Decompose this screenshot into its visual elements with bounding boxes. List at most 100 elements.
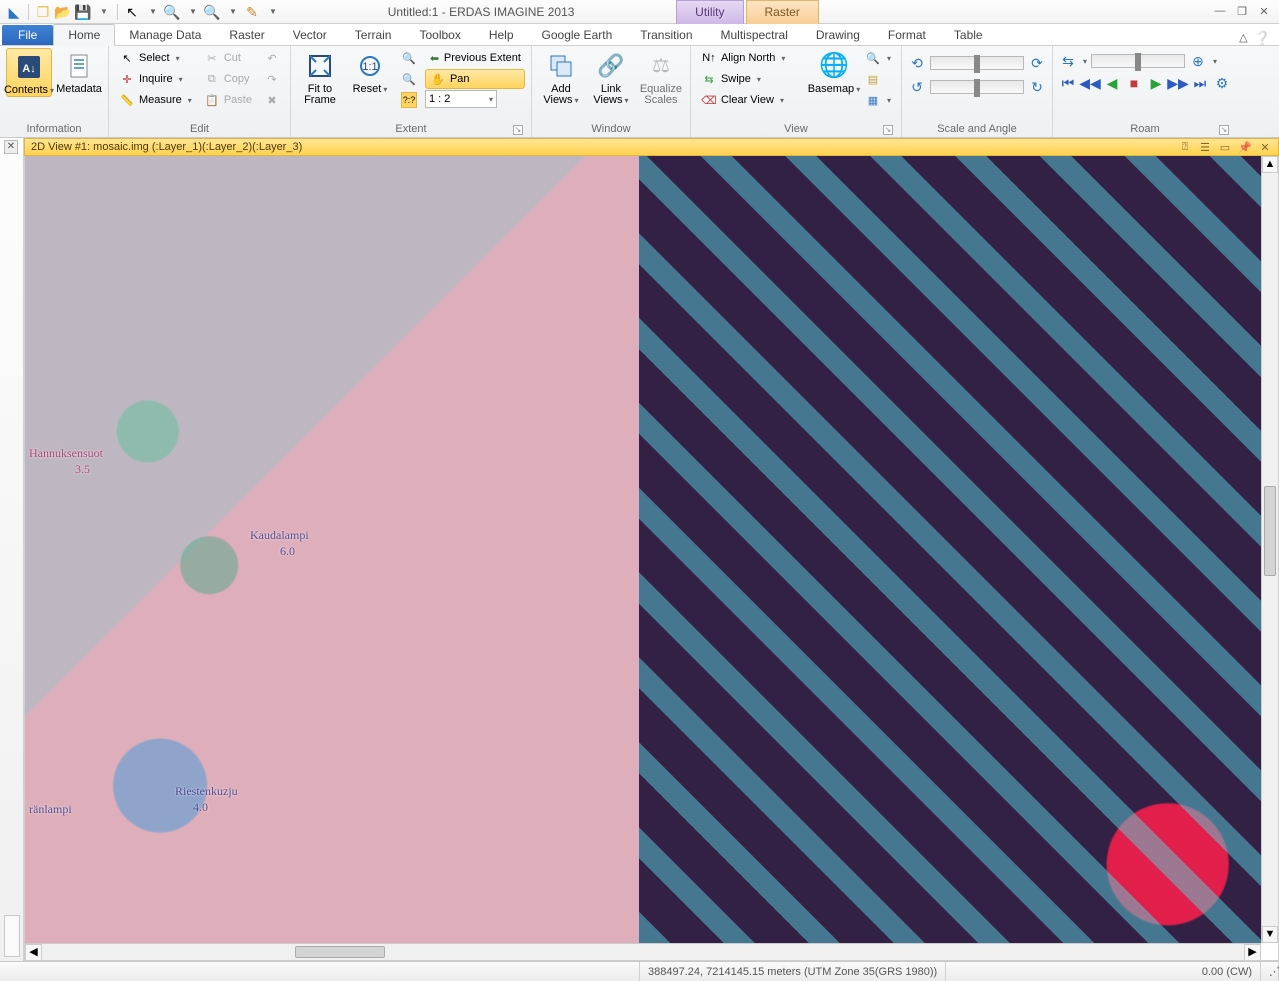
contents-button[interactable]: A↓ Contents▾ xyxy=(6,48,52,97)
swipe-button[interactable]: ⇆Swipe▾ xyxy=(697,69,807,89)
file-tab[interactable]: File xyxy=(2,25,53,45)
help-icon[interactable]: ❔ xyxy=(1254,31,1271,45)
scale-right-icon[interactable]: ⟳ xyxy=(1028,54,1046,72)
tab-multispectral[interactable]: Multispectral xyxy=(707,25,802,45)
scroll-up-icon[interactable]: ▲ xyxy=(1262,156,1278,173)
tab-transition[interactable]: Transition xyxy=(626,25,706,45)
tab-format[interactable]: Format xyxy=(874,25,940,45)
inquire-button[interactable]: ✛Inquire▾ xyxy=(115,69,196,89)
paste-label: Paste xyxy=(224,94,252,106)
save-icon[interactable]: 💾 xyxy=(75,4,91,20)
delete-button[interactable]: ✖ xyxy=(260,90,284,110)
tab-home[interactable]: Home xyxy=(53,24,115,46)
dropdown-icon[interactable]: ▼ xyxy=(95,4,111,20)
open-icon[interactable]: 📂 xyxy=(55,4,71,20)
add-views-button[interactable]: Add Views▾ xyxy=(538,48,584,106)
paste-button[interactable]: 📋Paste xyxy=(200,90,256,110)
roam-stop-icon[interactable]: ■ xyxy=(1125,74,1143,92)
roam-launcher-icon[interactable]: ↘ xyxy=(1219,125,1229,135)
map-canvas[interactable]: Hannuksensuot 3.5 Kaudalampi 6.0 Riesten… xyxy=(24,156,1279,961)
scroll-right-icon[interactable]: ▶ xyxy=(1244,944,1261,961)
ribbon-minimize-icon[interactable]: △ xyxy=(1239,33,1247,44)
clear-view-button[interactable]: ⌫Clear View▾ xyxy=(697,90,807,110)
equalize-scales-button[interactable]: ⚖ Equalize Scales xyxy=(638,48,684,106)
basemap-button[interactable]: 🌐 Basemap▾ xyxy=(811,48,857,95)
scroll-down-icon[interactable]: ▼ xyxy=(1262,926,1278,943)
new-icon[interactable]: ❐ xyxy=(35,4,51,20)
layer-tool-button[interactable]: ▤ xyxy=(861,69,895,89)
pointer-icon[interactable]: ↖ xyxy=(124,4,140,20)
view-tool1-icon[interactable]: ⍰ xyxy=(1178,140,1192,154)
tab-help[interactable]: Help xyxy=(475,25,528,45)
angle-right-icon[interactable]: ↻ xyxy=(1028,78,1046,96)
reset-button[interactable]: 1:1 Reset▾ xyxy=(347,48,393,95)
roam-htarget-icon[interactable]: ⊕ xyxy=(1189,52,1207,70)
tab-vector[interactable]: Vector xyxy=(279,25,341,45)
tab-drawing[interactable]: Drawing xyxy=(802,25,874,45)
dropdown-icon[interactable]: ▼ xyxy=(224,4,240,20)
close-icon[interactable]: ✕ xyxy=(1255,5,1273,18)
dropdown-icon[interactable]: ▼ xyxy=(184,4,200,20)
pan-button[interactable]: ✋Pan xyxy=(425,69,525,89)
grid-tool-button[interactable]: ▦▾ xyxy=(861,90,895,110)
roam-last-icon[interactable]: ⏭ xyxy=(1191,74,1209,92)
dropdown-icon[interactable]: ▼ xyxy=(144,4,160,20)
roam-play-back-icon[interactable]: ◀ xyxy=(1103,74,1121,92)
select-button[interactable]: ↖Select▾ xyxy=(115,48,196,68)
tab-toolbox[interactable]: Toolbox xyxy=(405,25,474,45)
tab-google-earth[interactable]: Google Earth xyxy=(528,25,627,45)
zoom-in-icon[interactable]: 🔍 xyxy=(164,4,180,20)
view-pin-icon[interactable]: 📌 xyxy=(1238,140,1252,154)
tab-table[interactable]: Table xyxy=(940,25,997,45)
measure-button[interactable]: 📏Measure▾ xyxy=(115,90,196,110)
cut-button[interactable]: ✂Cut xyxy=(200,48,256,68)
dropdown-icon[interactable]: ▼ xyxy=(264,4,280,20)
view-launcher-icon[interactable]: ↘ xyxy=(883,125,893,135)
tab-raster[interactable]: Raster xyxy=(215,25,278,45)
context-tab-utility[interactable]: Utility xyxy=(676,0,743,24)
align-north-button[interactable]: N↑Align North▾ xyxy=(697,48,807,68)
roam-play-icon[interactable]: ▶ xyxy=(1147,74,1165,92)
copy-button[interactable]: ⧉Copy xyxy=(200,69,256,89)
angle-slider[interactable] xyxy=(930,80,1024,94)
restore-icon[interactable]: ❐ xyxy=(1233,5,1251,18)
status-resize-grip[interactable]: ⋰ xyxy=(1261,962,1279,981)
minimize-icon[interactable]: — xyxy=(1211,5,1229,18)
roam-hslider[interactable] xyxy=(1091,54,1185,68)
tab-manage-data[interactable]: Manage Data xyxy=(115,25,215,45)
view-close-icon[interactable]: ✕ xyxy=(1258,140,1272,154)
link-views-button[interactable]: 🔗 Link Views▾ xyxy=(588,48,634,106)
scale-slider[interactable] xyxy=(930,56,1024,70)
horizontal-scrollbar[interactable]: ◀ ▶ xyxy=(25,943,1261,960)
undo-button[interactable]: ↶ xyxy=(260,48,284,68)
roam-prev-icon[interactable]: ◀◀ xyxy=(1081,74,1099,92)
fit-to-frame-button[interactable]: Fit to Frame xyxy=(297,48,343,106)
previous-extent-button[interactable]: ⬅Previous Extent xyxy=(425,48,525,68)
scroll-left-icon[interactable]: ◀ xyxy=(25,944,42,961)
vertical-scrollbar[interactable]: ▲ ▼ xyxy=(1261,156,1278,943)
hscroll-thumb[interactable] xyxy=(295,946,385,958)
roam-settings-icon[interactable]: ⚙ xyxy=(1213,74,1231,92)
metadata-button[interactable]: Metadata xyxy=(56,48,102,95)
collapsed-panel-tab[interactable] xyxy=(4,915,20,957)
panel-close-icon[interactable]: ✕ xyxy=(4,140,18,154)
interrogate-button[interactable]: ?:? xyxy=(397,90,421,110)
vscroll-thumb[interactable] xyxy=(1264,486,1276,576)
context-tab-raster[interactable]: Raster xyxy=(746,0,819,24)
zoom-out-button[interactable]: 🔍 xyxy=(397,69,421,89)
scale-input[interactable]: 1 : 2▾ xyxy=(425,90,497,108)
roam-first-icon[interactable]: ⏮ xyxy=(1059,74,1077,92)
scale-left-icon[interactable]: ⟲ xyxy=(908,54,926,72)
tab-terrain[interactable]: Terrain xyxy=(341,25,406,45)
redo-button[interactable]: ↷ xyxy=(260,69,284,89)
extent-launcher-icon[interactable]: ↘ xyxy=(513,125,523,135)
zoom-in-button[interactable]: 🔍 xyxy=(397,48,421,68)
view-tool2-icon[interactable]: ☰ xyxy=(1198,140,1212,154)
roam-hmode-icon[interactable]: ⇆ xyxy=(1059,52,1077,70)
roam-next-icon[interactable]: ▶▶ xyxy=(1169,74,1187,92)
brush-icon[interactable]: ✎ xyxy=(244,4,260,20)
angle-left-icon[interactable]: ↺ xyxy=(908,78,926,96)
zoom-tool-button[interactable]: 🔍▾ xyxy=(861,48,895,68)
view-tool3-icon[interactable]: ▭ xyxy=(1218,140,1232,154)
zoom-out-icon[interactable]: 🔍 xyxy=(204,4,220,20)
